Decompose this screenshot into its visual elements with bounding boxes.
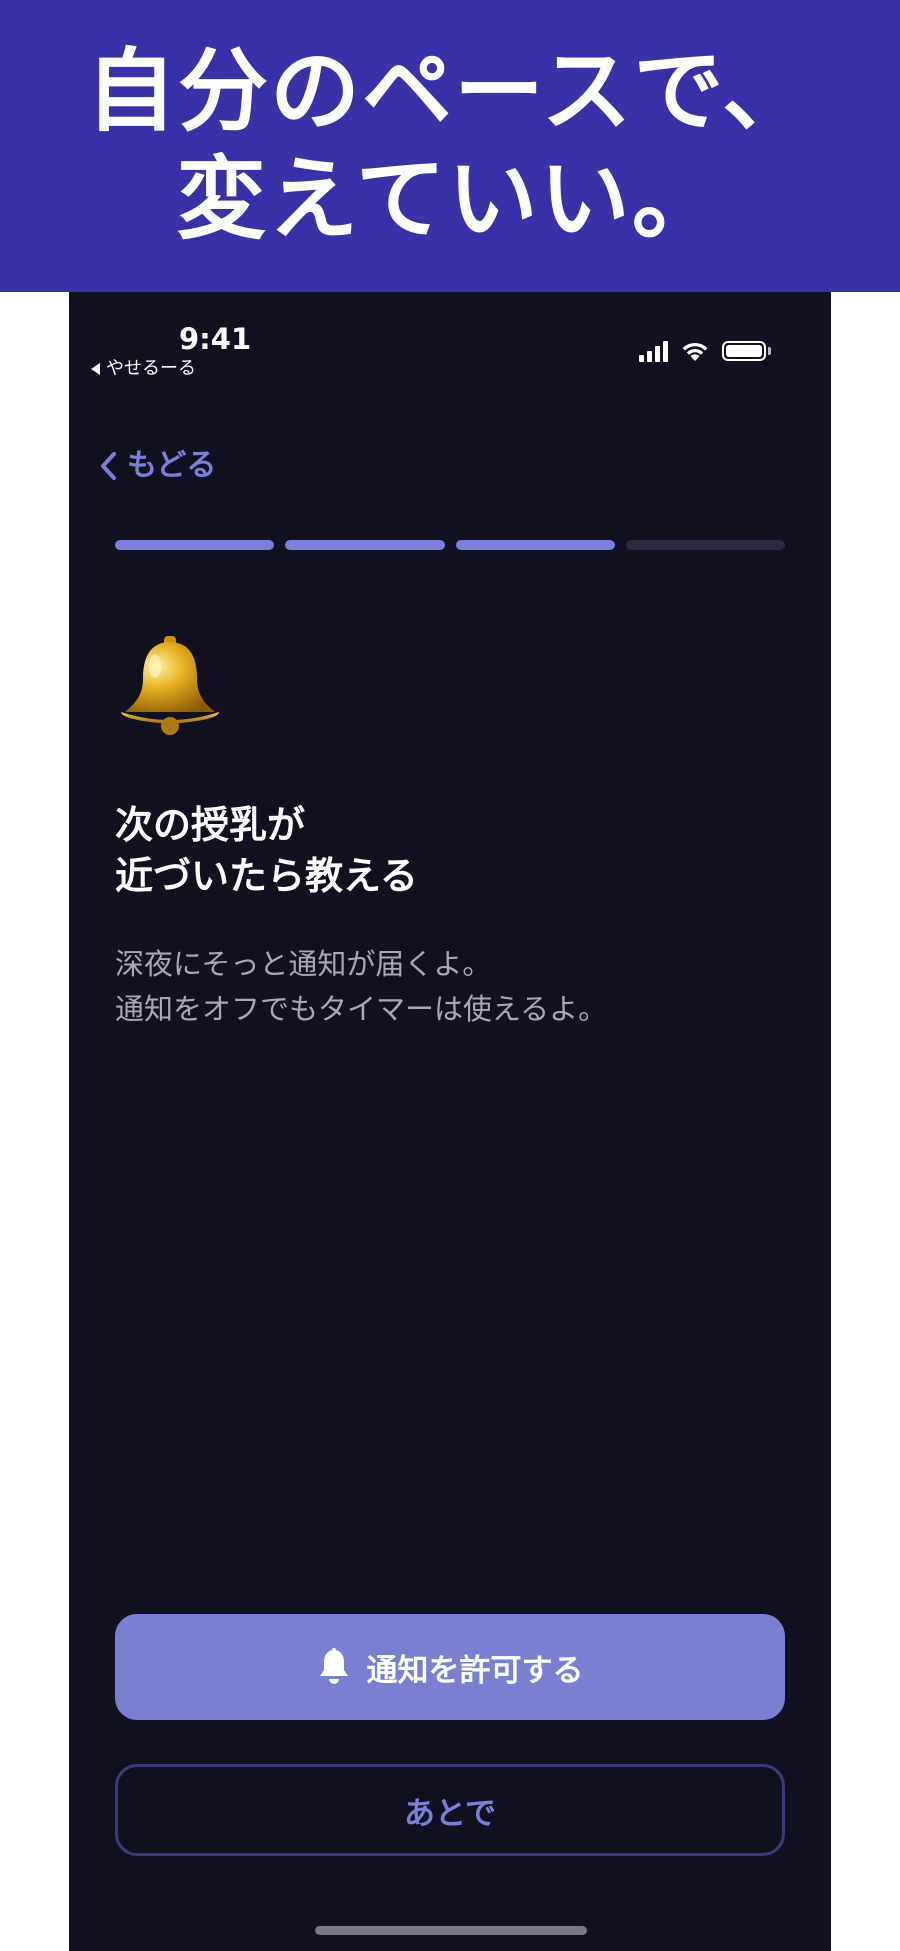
- back-label: もどる: [127, 448, 217, 483]
- allow-notifications-label: 通知を許可する: [366, 1652, 584, 1689]
- progress-step-4: [625, 540, 785, 550]
- signal-icon: [639, 340, 668, 362]
- back-arrow-icon: [91, 363, 100, 375]
- progress-step-1: [115, 540, 275, 550]
- headline-line1: 次の授乳が: [115, 803, 306, 847]
- status-back-app-label: やせるーる: [106, 358, 196, 379]
- banner-headline-line2: 変えていい。: [176, 147, 724, 252]
- status-back-app[interactable]: やせるーる: [91, 358, 196, 380]
- later-button[interactable]: あとで: [115, 1764, 785, 1856]
- phone-screen: 9:41 やせるーる もどる 次の授乳が 近づいたら教える 深夜にそっと通知が届…: [69, 292, 831, 1951]
- description-line2: 通知をオフでもタイマーは使えるよ。: [115, 992, 608, 1026]
- onboarding-progress: [115, 540, 785, 552]
- progress-step-2: [285, 540, 445, 550]
- status-icons: [639, 340, 771, 362]
- chevron-left-icon: [101, 452, 116, 480]
- home-indicator[interactable]: [315, 1926, 587, 1935]
- battery-icon: [722, 341, 771, 361]
- bell-icon: [121, 636, 219, 735]
- later-label: あとで: [403, 1795, 497, 1832]
- back-button[interactable]: もどる: [99, 448, 216, 484]
- wifi-icon: [682, 342, 708, 361]
- bell-icon: [319, 1648, 348, 1684]
- banner-headline-line1: 自分のペースで、: [86, 39, 814, 144]
- progress-step-3: [455, 540, 615, 550]
- headline-line2: 近づいたら教える: [115, 854, 418, 898]
- promo-banner: 自分のペースで、 変えていい。: [0, 0, 900, 292]
- description-line1: 深夜にそっと通知が届くよ。: [115, 947, 492, 981]
- status-time: 9:41: [179, 322, 252, 356]
- description: 深夜にそっと通知が届くよ。 通知をオフでもタイマーは使えるよ。: [115, 942, 755, 1032]
- allow-notifications-button[interactable]: 通知を許可する: [115, 1614, 785, 1720]
- headline: 次の授乳が 近づいたら教える: [115, 800, 755, 902]
